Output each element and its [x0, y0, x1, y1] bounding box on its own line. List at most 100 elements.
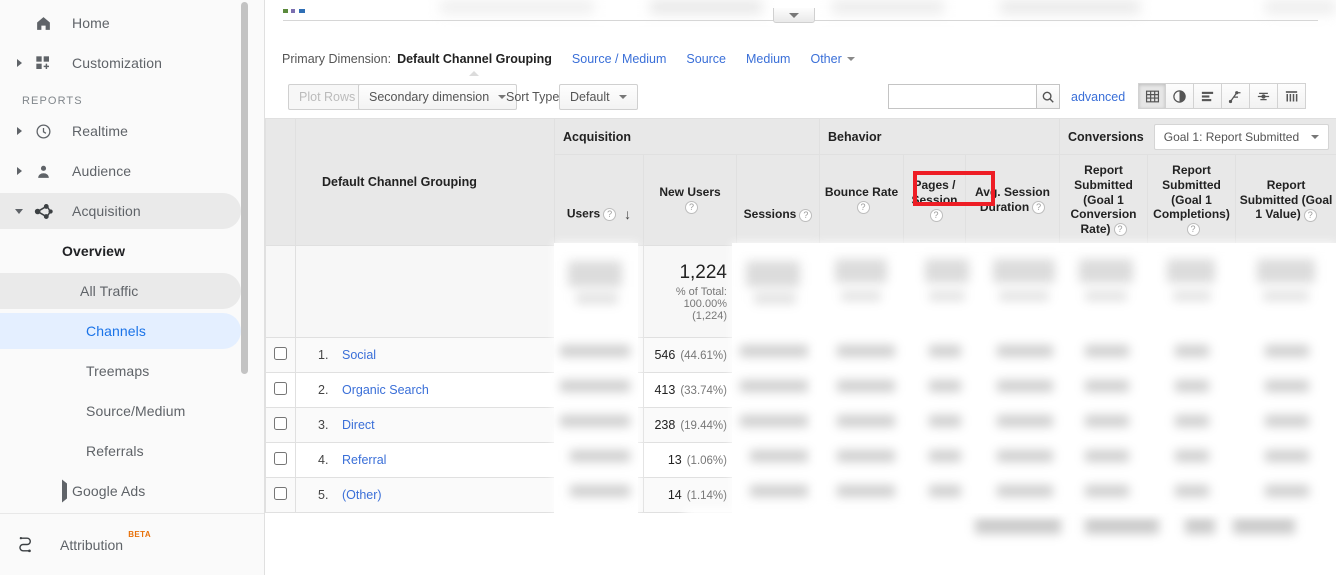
column-header-goal1-conversion-rate[interactable]: Report Submitted (Goal 1 Conversion Rate… [1059, 154, 1149, 246]
sidebar-scrollbar[interactable] [241, 2, 248, 374]
row-channel-link[interactable]: Social [342, 348, 376, 362]
row-new-users-value: 14 [667, 488, 682, 502]
row-checkbox[interactable] [274, 452, 287, 465]
chevron-right-icon[interactable] [62, 479, 67, 503]
sort-type-button[interactable]: Default [559, 84, 638, 110]
sidebar-item-treemaps[interactable]: Treemaps [0, 351, 264, 391]
chevron-down-icon[interactable] [8, 208, 30, 214]
row-goal1-value [1235, 337, 1336, 373]
sidebar-item-audience[interactable]: Audience [0, 151, 264, 191]
help-icon[interactable]: ? [856, 201, 870, 215]
sidebar-item-attribution[interactable]: Attribution BETA [0, 513, 264, 575]
primary-dimension-bar: Primary Dimension: Default Channel Group… [265, 46, 1336, 72]
help-icon[interactable]: ? [603, 207, 617, 221]
primary-dimension-other[interactable]: Other [810, 52, 855, 66]
row-new-users-pct: (19.44%) [680, 420, 727, 432]
sidebar-item-channels[interactable]: Channels [0, 311, 264, 351]
pivot-view-icon[interactable] [1278, 83, 1306, 109]
sidebar-item-source-medium[interactable]: Source/Medium [0, 391, 264, 431]
comparison-view-icon[interactable] [1250, 83, 1278, 109]
sidebar-item-all-traffic[interactable]: All Traffic [0, 271, 264, 311]
conversions-label: Conversions [1068, 129, 1144, 144]
row-checkbox[interactable] [274, 487, 287, 500]
help-icon[interactable]: ? [1032, 201, 1046, 215]
column-header-sessions[interactable]: Sessions? [736, 154, 820, 246]
plot-rows-button[interactable]: Plot Rows [288, 84, 367, 110]
row-users [554, 442, 644, 478]
sidebar-item-home[interactable]: Home [0, 3, 264, 43]
help-icon[interactable]: ? [929, 208, 943, 222]
channels-data-table: Default Channel Grouping Acquisition Beh… [265, 118, 1336, 513]
pie-chart-view-icon[interactable] [1166, 83, 1194, 109]
column-header-goal1-conversion-rate-label: Report Submitted (Goal 1 Conversion Rate… [1070, 163, 1137, 236]
totals-goal1-conversion-rate [1059, 245, 1149, 338]
chevron-right-icon[interactable] [8, 59, 30, 67]
row-channel-link[interactable]: Referral [342, 453, 386, 467]
chevron-right-icon[interactable] [8, 127, 30, 135]
sort-descending-icon[interactable]: ↓ [624, 206, 631, 223]
search-input[interactable] [888, 84, 1036, 109]
sidebar-item-search-console[interactable]: Search Console [0, 511, 264, 512]
column-header-users[interactable]: Users? ↓ [554, 154, 644, 246]
help-icon[interactable]: ? [1113, 223, 1127, 237]
row-pages-session [903, 372, 966, 408]
column-header-pages-session[interactable]: Pages / Session? [903, 154, 966, 246]
sidebar-item-overview[interactable]: Overview [0, 231, 264, 271]
primary-dimension-active[interactable]: Default Channel Grouping [397, 52, 552, 66]
sidebar-item-customization[interactable]: Customization [0, 43, 264, 83]
row-index: 1. [318, 348, 329, 362]
row-channel-link[interactable]: Organic Search [342, 383, 429, 397]
column-header-goal1-completions[interactable]: Report Submitted (Goal 1 Completions)? [1147, 154, 1237, 246]
sidebar-item-label: Realtime [72, 123, 129, 139]
conversions-goal-select[interactable]: Goal 1: Report Submitted [1153, 123, 1330, 150]
column-header-avg-session-duration[interactable]: Avg. Session Duration? [964, 154, 1061, 246]
sidebar-item-google-ads[interactable]: Google Ads [0, 471, 264, 511]
collapse-chart-toggle[interactable] [773, 8, 815, 23]
secondary-dimension-button[interactable]: Secondary dimension [358, 84, 518, 110]
primary-dimension-source[interactable]: Source [686, 52, 726, 66]
secondary-dimension-label: Secondary dimension [369, 90, 490, 104]
primary-dimension-medium[interactable]: Medium [746, 52, 790, 66]
row-channel-cell: 1. Social [295, 337, 555, 373]
row-avg-session-duration [964, 442, 1061, 478]
table-view-icon[interactable] [1138, 83, 1166, 109]
conversions-group-header: Conversions Goal 1: Report Submitted [1059, 118, 1336, 155]
redacted-table-footer [685, 508, 1336, 558]
row-new-users-pct: (44.61%) [680, 350, 727, 362]
row-new-users: 546 (44.61%) [643, 337, 737, 373]
conversions-goal-value: Goal 1: Report Submitted [1163, 129, 1300, 144]
table-row: 2. Organic Search 413 (33.74%) [265, 372, 1336, 408]
performance-view-icon[interactable] [1222, 83, 1250, 109]
dimension-column-header[interactable]: Default Channel Grouping [295, 118, 555, 246]
chevron-right-icon[interactable] [8, 167, 30, 175]
row-channel-link[interactable]: (Other) [342, 488, 382, 502]
sidebar-item-realtime[interactable]: Realtime [0, 111, 264, 151]
primary-dimension-source-medium[interactable]: Source / Medium [572, 52, 666, 66]
sidebar-item-acquisition[interactable]: Acquisition [0, 191, 264, 231]
column-header-bounce-rate[interactable]: Bounce Rate? [819, 154, 904, 246]
help-icon[interactable]: ? [685, 201, 698, 215]
row-new-users-pct: (1.06%) [686, 455, 727, 467]
row-checkbox[interactable] [274, 347, 287, 360]
search-icon[interactable] [1036, 84, 1060, 109]
row-goal1-completions [1147, 407, 1237, 443]
sidebar-item-referrals[interactable]: Referrals [0, 431, 264, 471]
help-icon[interactable]: ? [799, 208, 813, 222]
sort-type-label: Sort Type: [506, 90, 563, 104]
advanced-link[interactable]: advanced [1071, 90, 1125, 104]
bar-chart-view-icon[interactable] [1194, 83, 1222, 109]
row-index: 3. [318, 418, 329, 432]
row-channel-link[interactable]: Direct [342, 418, 375, 432]
sidebar-item-label: Home [72, 15, 110, 31]
table-row: 4. Referral 13 (1.06%) [265, 442, 1336, 478]
row-checkbox[interactable] [274, 382, 287, 395]
column-header-new-users[interactable]: New Users? [643, 154, 737, 246]
ga-channels-report-page: Home Customization REPORTS Realtime Audi… [0, 0, 1336, 575]
column-header-goal1-value[interactable]: Report Submitted (Goal 1 Value)? [1235, 154, 1336, 246]
row-new-users: 238 (19.44%) [643, 407, 737, 443]
help-icon[interactable]: ? [1303, 208, 1317, 222]
attribution-label: Attribution BETA [60, 530, 151, 553]
help-icon[interactable]: ? [1186, 223, 1200, 237]
acquisition-group-header: Acquisition [554, 118, 820, 155]
row-checkbox[interactable] [274, 417, 287, 430]
